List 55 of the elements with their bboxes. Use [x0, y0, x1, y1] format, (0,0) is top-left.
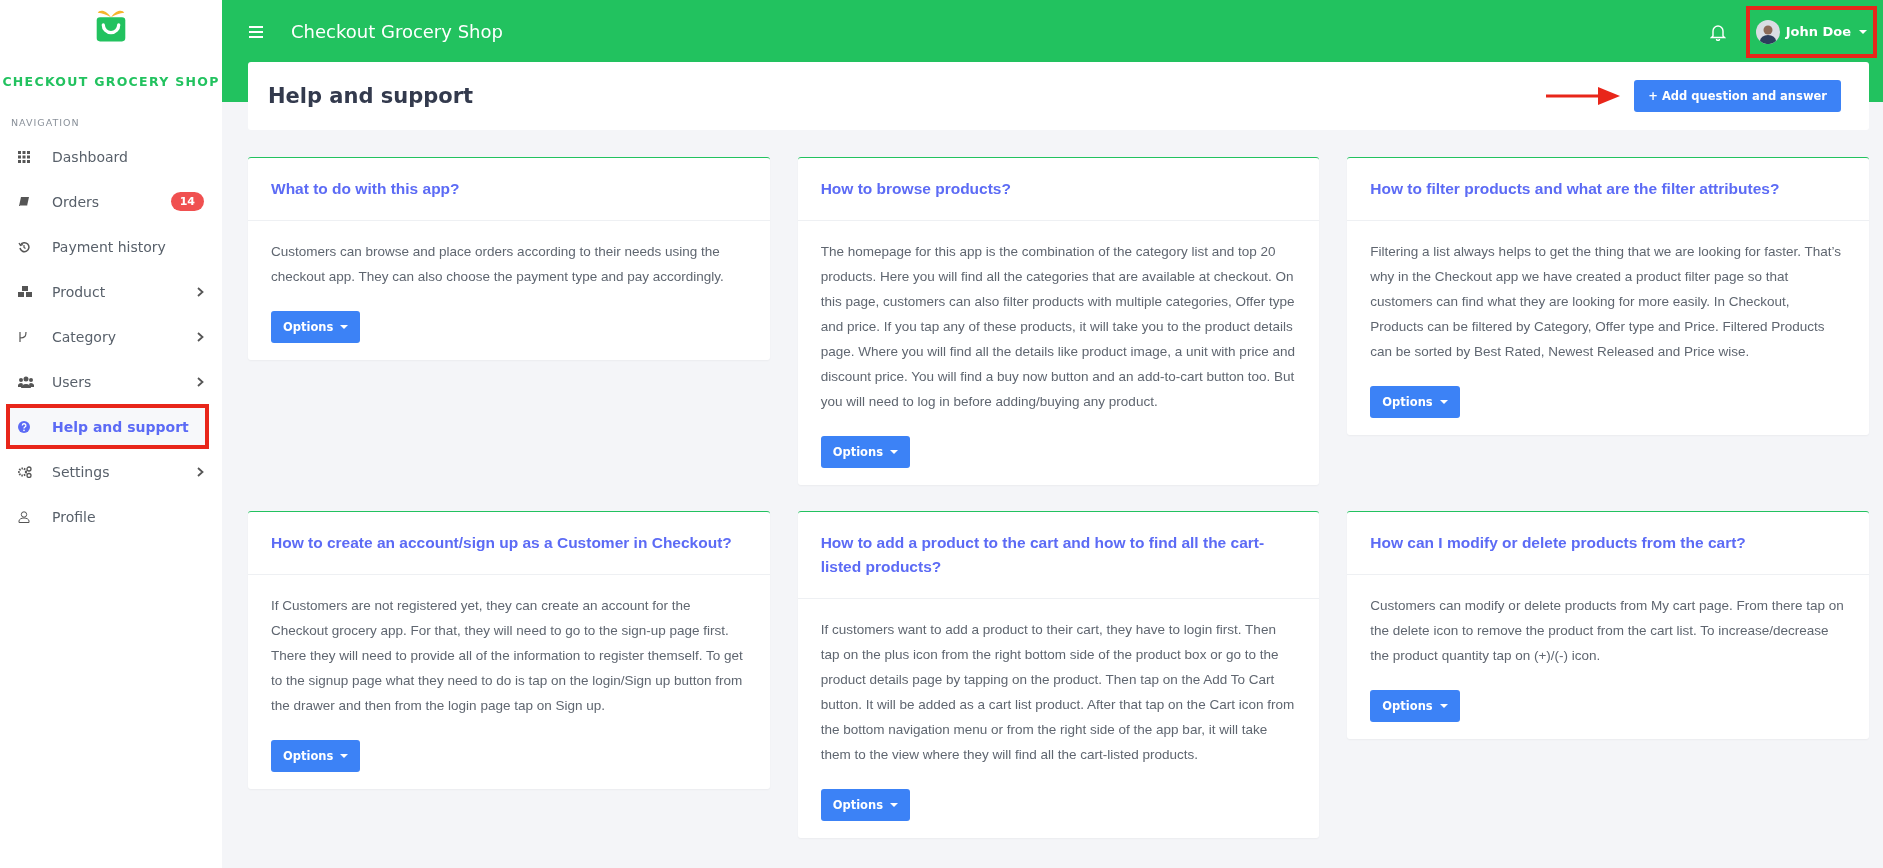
options-button[interactable]: Options	[820, 436, 911, 468]
answer-text: The homepage for this app is the combination of the category list and top 20 products. Here you will find all the categories that are available at checkout. On this page, customers can also filter products with multiple categories, Offer type and price. If you tap any of these products, it will take you to the product details page. Where you will find all the details like product image, a unit with price and discount price. You will find a buy now button and an add-to-cart button too. But you will need to log in before adding/buying any product.	[820, 243, 1296, 411]
add-question-button[interactable]: + Add question and answer	[1634, 80, 1841, 112]
book-icon	[18, 195, 30, 208]
app-title: Checkout Grocery Shop	[291, 21, 503, 42]
question-title: How to browse products?	[820, 179, 1012, 199]
grid-icon	[18, 150, 30, 163]
avatar-icon	[1755, 19, 1780, 44]
nav-label: Dashboard	[52, 148, 129, 165]
answer-text: Customers can browse and place orders according to their needs using the checkout app. They can also choose the payment type and pay accordingly.	[271, 243, 725, 286]
nav-item[interactable]: Orders 14	[0, 179, 222, 224]
nav-item[interactable]: Users	[0, 359, 222, 404]
options-button[interactable]: Options	[1370, 386, 1460, 418]
help-icon	[18, 420, 30, 433]
nav-heading: NAVIGATION	[10, 117, 81, 128]
options-button[interactable]: Options	[271, 311, 361, 343]
nav-label: Orders	[52, 193, 101, 210]
users-icon	[18, 375, 34, 388]
answer-text: If Customers are not registered yet, they can create an account for the Checkout grocery app. For that, they will need to go to the sign-up page first. There they will need to provide all of the information to register themself. To get to the signup page what they need to do is tap on the login/Sign up button from the drawer and then from the login page tap on Sign up.	[271, 597, 744, 715]
options-button[interactable]: Options	[820, 789, 911, 821]
user-menu[interactable]: John Doe	[1747, 7, 1875, 56]
options-button[interactable]: Options	[1370, 690, 1460, 722]
question-title: What to do with this app?	[271, 179, 461, 199]
boxes-icon	[18, 285, 32, 298]
nav-label: Product	[52, 283, 107, 300]
question-title: How to add a product to the cart and how to find all the cart-listed products?	[820, 533, 1266, 577]
brand-name: CHECKOUT GROCERY SHOP	[1, 74, 221, 89]
nav-item[interactable]: Profile	[0, 494, 222, 539]
page-title: Help and support	[268, 84, 474, 108]
nav-item[interactable]: Category	[0, 314, 222, 359]
history-icon	[18, 240, 30, 253]
menu-icon[interactable]	[249, 25, 263, 38]
nav-label: Profile	[52, 508, 97, 525]
nav-item[interactable]: Product	[0, 269, 222, 314]
person-icon	[18, 510, 30, 523]
gears-icon	[18, 465, 32, 478]
nav-item[interactable]: Payment history	[0, 224, 222, 269]
question-title: How to filter products and what are the filter attributes?	[1370, 179, 1781, 199]
question-title: How to create an account/sign up as a Customer in Checkout?	[271, 533, 733, 553]
options-button[interactable]: Options	[271, 740, 361, 772]
nav-label: Payment history	[52, 238, 167, 255]
answer-text: Customers can modify or delete products from My cart page. From there tap on the delete icon to remove the product from the cart list. To increase/decrease the product quantity tap on (+)/(-) icon.	[1370, 597, 1845, 665]
nav-item[interactable]: Dashboard	[0, 134, 222, 179]
question-title: How can I modify or delete products from the cart?	[1370, 533, 1747, 553]
nav-label: Settings	[52, 463, 111, 480]
fork-icon	[18, 330, 28, 343]
nav-item[interactable]: Help and support	[6, 404, 209, 449]
nav-label: Category	[52, 328, 117, 345]
count-badge: 14	[170, 192, 204, 211]
notification-bell-icon[interactable]	[1709, 22, 1726, 41]
answer-text: Filtering a list always helps to get the thing that we are looking for faster. That’s why in the Checkout app we have created a product filter page so that customers can find what they are looking for more easily. In Checkout, Products can be filtered by Category, Offer type and Price. Filtered Products can be sorted by Best Rated, Newest Released and Price wise.	[1370, 243, 1843, 361]
nav-label: Users	[52, 373, 93, 390]
answer-text: If customers want to add a product to their cart, they have to login first. Then tap on the plus icon from the right bottom side of the product box or go to the product details page by tapping on the product. Then tap on the Add To Cart button. It will be added as a cart list product. After that tap on the Cart icon from the bottom navigation menu or from the right side of the app bar, it will take them to the view where they will find all the cart-listed products.	[820, 621, 1296, 764]
nav-label: Help and support	[52, 418, 190, 435]
nav-item[interactable]: Settings	[0, 449, 222, 494]
